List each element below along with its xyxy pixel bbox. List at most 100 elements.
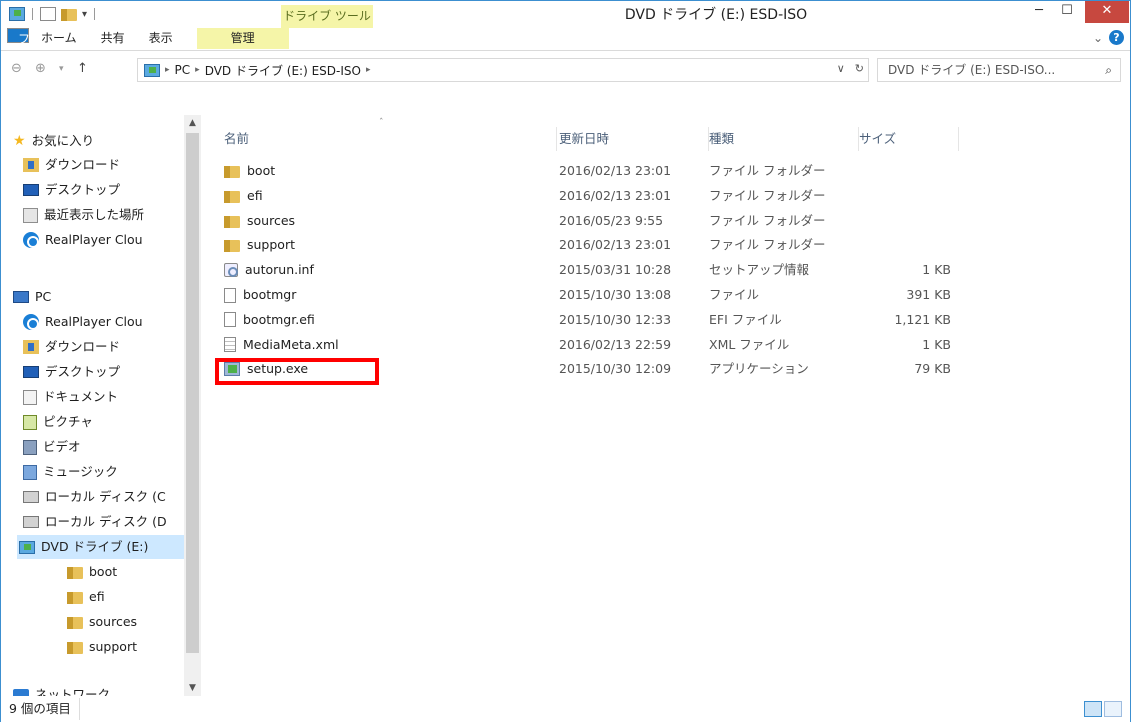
nav-item[interactable]: ミュージック [23,460,118,484]
file-row[interactable]: bootmgr 2015/10/30 13:08 ファイル 391 KB [217,283,962,307]
nav-item[interactable]: ネットワーク [13,683,110,696]
file-row[interactable]: sources 2016/05/23 9:55 ファイル フォルダー [217,209,962,233]
nav-item[interactable]: デスクトップ [23,178,120,202]
file-size: 79 KB [914,361,951,377]
file-size: 391 KB [906,287,951,302]
file-row[interactable]: bootmgr.efi 2015/10/30 12:33 EFI ファイル 1,121… [217,308,962,332]
nav-item[interactable]: ★ お気に入り [13,129,94,153]
nav-item-label: PC [35,289,52,304]
nav-item[interactable]: ドキュメント [23,385,118,409]
tab-view[interactable]: 表示 [137,28,185,49]
tab-manage[interactable]: 管理 [196,28,289,49]
nav-item-label: お気に入り [31,133,95,148]
column-name[interactable]: 名前 [217,127,557,151]
breadcrumb-drive[interactable]: DVD ドライブ (E:) ESD-ISO [205,62,361,79]
search-input[interactable]: DVD ドライブ (E:) ESD-ISO... ⌕ [877,58,1121,82]
nav-item[interactable]: ダウンロード [23,335,120,359]
file-row[interactable]: autorun.inf 2015/03/31 10:28 セットアップ情報 1 KB [217,258,962,282]
documents-icon [23,389,37,405]
forward-button[interactable]: ⊕ [35,61,46,76]
file-row[interactable]: MediaMeta.xml 2016/02/13 22:59 XML ファイル 1 K… [217,333,962,357]
nav-item-label: ドキュメント [43,389,119,404]
navigation-scrollbar[interactable]: ▲ ▼ [184,115,201,696]
file-name: boot [247,163,276,178]
file-type: XML ファイル [709,336,790,352]
recent-locations-icon[interactable]: ▾ [59,64,64,74]
address-row: ⊖ ⊕ ▾ ↑ ▸ PC ▸ DVD ドライブ (E:) ESD-ISO ▸ ∨… [1,50,1130,90]
nav-item[interactable]: デスクトップ [23,360,120,384]
scroll-thumb[interactable] [186,133,199,653]
back-button[interactable]: ⊖ [11,61,22,76]
file-name: bootmgr.efi [243,311,315,327]
column-date[interactable]: 更新日時 [559,127,709,151]
large-icons-view-icon[interactable] [1104,701,1122,717]
music-icon [23,464,37,480]
nav-item[interactable]: RealPlayer Clou [23,310,143,334]
nav-item[interactable]: ダウンロード [23,153,120,177]
realplayer-icon [23,232,39,248]
file-name: sources [247,212,296,228]
file-icon [224,312,236,328]
qat-dropdown-icon[interactable]: ▾ [82,9,87,20]
refresh-icon[interactable]: ↻ [855,62,864,75]
tab-home[interactable]: ホーム [29,28,89,49]
ribbon-tabs: ファイル ホーム 共有 表示 管理 ⌄ ? [1,28,1130,109]
address-bar[interactable]: ▸ PC ▸ DVD ドライブ (E:) ESD-ISO ▸ ∨ ↻ [137,58,869,82]
scroll-up-icon[interactable]: ▲ [184,115,201,131]
item-count: 9 個の項目 [9,698,80,720]
nav-item[interactable]: ピクチャ [23,410,93,434]
nav-item[interactable]: PC [13,285,51,309]
nav-item[interactable]: efi [67,585,105,609]
nav-item[interactable]: 最近表示した場所 [23,203,144,227]
nav-item[interactable]: ローカル ディスク (C [23,485,166,509]
file-size [859,233,951,257]
tab-file[interactable]: ファイル [7,28,30,109]
tab-share[interactable]: 共有 [89,28,137,49]
dvd-drive-icon[interactable] [9,7,25,21]
file-date: 2016/05/23 9:55 [559,212,664,228]
file-row[interactable]: boot 2016/02/13 23:01 ファイル フォルダー [217,159,962,183]
search-icon[interactable]: ⌕ [1105,59,1112,81]
nav-item[interactable]: boot [67,560,117,584]
nav-item-label: ミュージック [43,464,118,479]
nav-item[interactable]: ビデオ [23,435,81,459]
desktop-icon [23,366,39,378]
file-name-cell: bootmgr.efi [217,308,557,332]
minimize-button[interactable]: ─ [1025,1,1053,23]
address-dropdown-icon[interactable]: ∨ [837,62,845,75]
details-view-icon[interactable] [1084,701,1102,717]
nav-item-label: ローカル ディスク (D [45,514,167,529]
chevron-right-icon[interactable]: ▸ [195,65,200,75]
nav-item[interactable]: DVD ドライブ (E:) [17,535,197,559]
file-date: 2015/03/31 10:28 [559,262,672,278]
folder-icon [67,615,83,629]
file-name: efi [247,187,263,203]
chevron-right-icon[interactable]: ▸ [366,65,371,75]
help-icon[interactable]: ? [1109,30,1124,45]
breadcrumb-pc[interactable]: PC [175,63,191,77]
file-row[interactable]: efi 2016/02/13 23:01 ファイル フォルダー [217,184,962,208]
maximize-button[interactable]: ☐ [1053,1,1081,23]
nav-item[interactable]: ローカル ディスク (D [23,510,167,534]
videos-icon [23,439,37,455]
up-button[interactable]: ↑ [77,61,88,76]
column-size[interactable]: サイズ [859,127,959,151]
file-type: ファイル [709,287,760,302]
column-type[interactable]: 種類 [709,127,859,151]
close-button[interactable]: ✕ [1085,1,1129,23]
scroll-down-icon[interactable]: ▼ [184,680,201,696]
new-folder-icon[interactable] [61,7,77,21]
xml-file-icon [224,337,236,353]
file-size [859,159,951,183]
file-name: MediaMeta.xml [243,336,339,352]
file-date: 2016/02/13 23:01 [559,187,672,203]
properties-icon[interactable] [40,7,56,21]
chevron-right-icon[interactable]: ▸ [165,65,170,75]
dvd-drive-icon [144,63,160,77]
file-row[interactable]: support 2016/02/13 23:01 ファイル フォルダー [217,233,962,257]
expand-ribbon-icon[interactable]: ⌄ [1093,31,1103,45]
nav-item[interactable]: sources [67,610,137,634]
nav-item[interactable]: RealPlayer Clou [23,228,143,252]
desktop-icon [23,184,39,196]
nav-item[interactable]: support [67,635,137,659]
